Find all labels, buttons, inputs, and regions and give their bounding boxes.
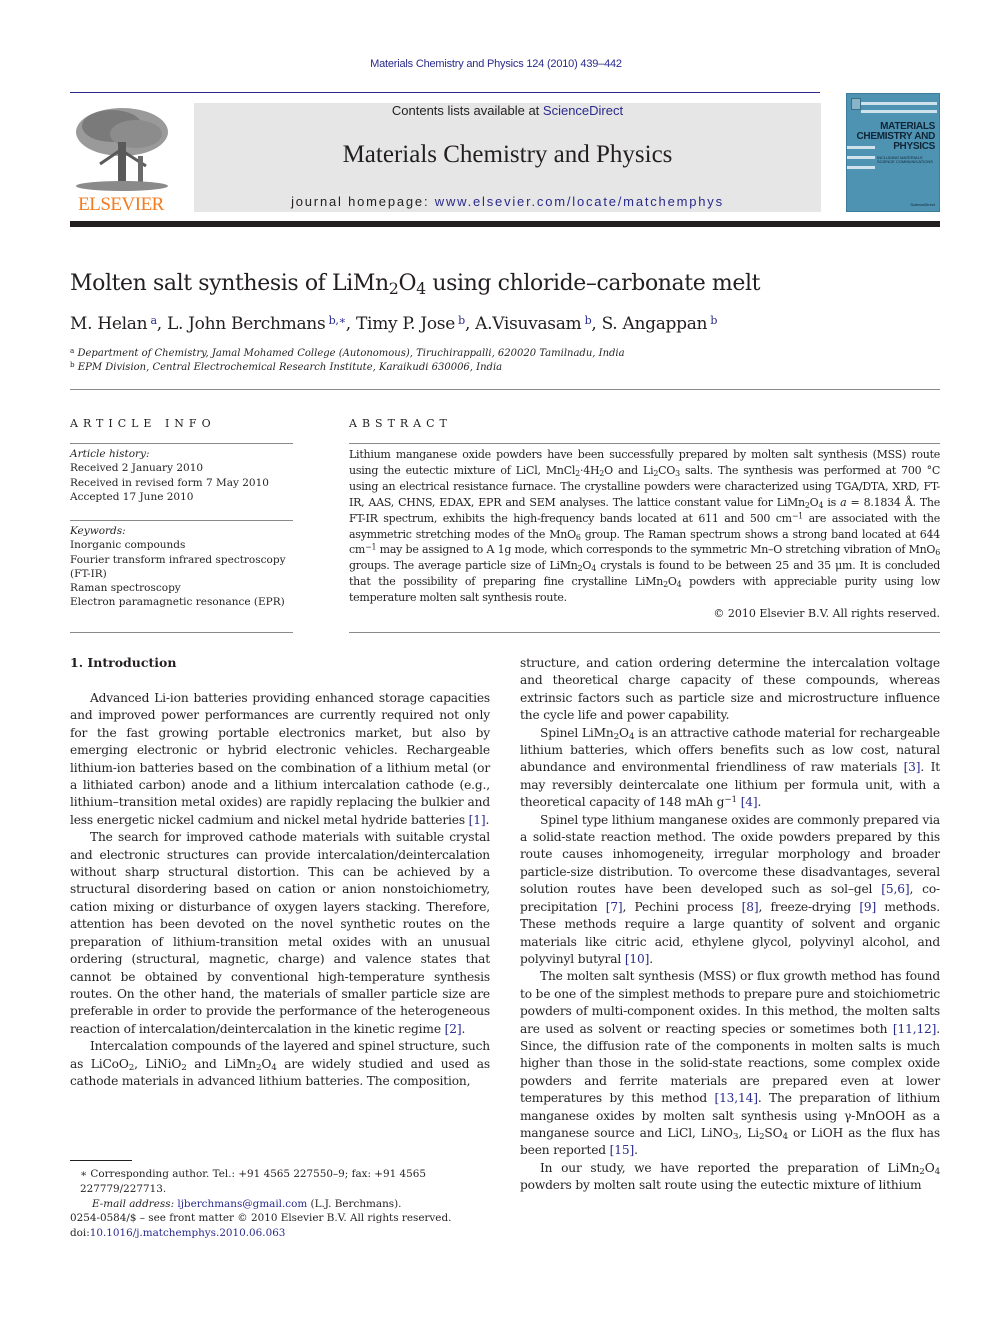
cover-stripe: [847, 166, 875, 169]
keyword[interactable]: Fourier transform infrared spectroscopy: [70, 553, 295, 567]
email-line: E-mail address: ljberchmans@gmail.com (L…: [92, 1198, 402, 1210]
journal-banner: Contents lists available at ScienceDirec…: [194, 103, 821, 212]
reference-link[interactable]: [2]: [445, 1022, 462, 1036]
contents-line: Contents lists available at ScienceDirec…: [194, 103, 821, 118]
paragraph: In our study, we have reported the prepa…: [520, 1160, 940, 1193]
reference-link[interactable]: [10]: [625, 952, 650, 966]
keywords: Keywords: Inorganic compounds Fourier tr…: [70, 524, 295, 610]
reference-link[interactable]: [8]: [742, 900, 759, 914]
homepage-prefix: journal homepage:: [291, 194, 435, 209]
history-accepted: Accepted 17 June 2010: [70, 490, 194, 503]
divider: [70, 389, 940, 390]
cover-stripe: [861, 102, 937, 105]
paragraph: structure, and cation ordering determine…: [520, 656, 940, 723]
affiliation-b: b EPM Division, Central Electrochemical …: [70, 359, 503, 373]
author[interactable]: L. John Berchmans b,∗: [167, 314, 346, 334]
cover-elsevier-icon: [851, 98, 861, 110]
article-info-heading: ARTICLE INFO: [70, 417, 216, 430]
homepage-line: journal homepage: www.elsevier.com/locat…: [194, 194, 821, 209]
reference-link[interactable]: [7]: [606, 900, 623, 914]
paragraph: Intercalation compounds of the layered a…: [70, 1039, 491, 1088]
history-label: Article history:: [70, 448, 150, 460]
keyword[interactable]: Electron paramagnetic resonance (EPR): [70, 595, 295, 609]
divider: [349, 632, 940, 633]
history-received: Received 2 January 2010: [70, 462, 204, 475]
body-column-right: structure, and cation ordering determine…: [520, 655, 940, 1195]
cover-stripe: [847, 146, 875, 149]
article-title: Molten salt synthesis of LiMn2O4 using c…: [70, 271, 761, 298]
header-thick-rule: [70, 221, 940, 227]
corresponding-author-contact: ∗ Corresponding author. Tel.: +91 4565 2…: [80, 1168, 426, 1195]
cover-stripe: [861, 110, 937, 113]
reference-link[interactable]: [3]: [904, 760, 921, 774]
keyword[interactable]: Raman spectroscopy: [70, 581, 295, 595]
journal-citation[interactable]: Materials Chemistry and Physics 124 (201…: [0, 58, 992, 70]
reference-link[interactable]: [15]: [610, 1143, 635, 1157]
contents-prefix: Contents lists available at: [391, 103, 543, 118]
reference-link[interactable]: [11,12]: [893, 1022, 937, 1036]
corresponding-author-footnote: ∗ Corresponding author. Tel.: +91 4565 2…: [80, 1167, 500, 1212]
keywords-label: Keywords:: [70, 525, 126, 537]
author-list: M. Helan a, L. John Berchmans b,∗, Timy …: [70, 314, 718, 334]
footnote-rule: [70, 1160, 132, 1161]
paragraph: Advanced Li-ion batteries providing enha…: [70, 691, 490, 827]
keyword[interactable]: Inorganic compounds: [70, 538, 295, 552]
doi-link[interactable]: 10.1016/j.matchemphys.2010.06.063: [90, 1227, 286, 1239]
divider: [349, 443, 940, 444]
reference-link[interactable]: [9]: [859, 900, 876, 914]
history-revised: Received in revised form 7 May 2010: [70, 476, 269, 489]
cover-publisher: ScienceDirect: [910, 202, 935, 207]
author[interactable]: S. Angappan b: [602, 314, 718, 334]
issn-line: 0254-0584/$ – see front matter © 2010 El…: [70, 1212, 452, 1224]
abstract-heading: ABSTRACT: [349, 417, 452, 430]
doi-line: doi:10.1016/j.matchemphys.2010.06.063: [70, 1227, 286, 1239]
paragraph: The molten salt synthesis (MSS) or flux …: [520, 969, 941, 1158]
reference-link[interactable]: [1]: [469, 813, 486, 827]
divider: [70, 632, 293, 633]
section-heading-introduction: 1. Introduction: [70, 655, 177, 670]
paragraph: Spinel LiMn2O4 is an attractive cathode …: [520, 725, 940, 810]
paragraph: The search for improved cathode material…: [70, 830, 490, 1036]
affiliations: a Department of Chemistry, Jamal Mohamed…: [70, 347, 625, 375]
cover-stripe: [847, 156, 875, 159]
affiliation-a: a Department of Chemistry, Jamal Mohamed…: [70, 345, 625, 359]
elsevier-tree-icon: [72, 104, 170, 192]
paragraph: Spinel type lithium manganese oxides are…: [520, 812, 941, 966]
homepage-link[interactable]: www.elsevier.com/locate/matchemphys: [435, 194, 724, 209]
keyword[interactable]: (FT-IR): [70, 567, 295, 581]
front-matter: 0254-0584/$ – see front matter © 2010 El…: [70, 1211, 490, 1241]
header-rule: [70, 92, 820, 93]
author[interactable]: M. Helan a: [70, 314, 157, 334]
reference-link[interactable]: [4]: [741, 795, 758, 809]
abstract-copyright: © 2010 Elsevier B.V. All rights reserved…: [713, 607, 940, 620]
reference-link[interactable]: [13,14]: [714, 1091, 758, 1105]
journal-cover-thumbnail[interactable]: MATERIALS CHEMISTRY AND PHYSICS INCLUDIN…: [846, 93, 940, 212]
reference-link[interactable]: [5,6]: [881, 882, 909, 896]
article-history: Article history: Received 2 January 2010…: [70, 447, 295, 504]
divider: [70, 520, 293, 521]
email-link[interactable]: ljberchmans@gmail.com: [177, 1198, 307, 1210]
journal-name: Materials Chemistry and Physics: [342, 141, 673, 168]
body-column-left: Advanced Li-ion batteries providing enha…: [70, 690, 490, 1090]
cover-subtitle: INCLUDING MATERIALS SCIENCE COMMUNICATIO…: [877, 155, 933, 164]
sciencedirect-link[interactable]: ScienceDirect: [543, 103, 623, 118]
author[interactable]: Timy P. Jose b: [356, 314, 465, 334]
elsevier-logo[interactable]: ELSEVIER: [70, 104, 172, 215]
author[interactable]: A.Visuvasam b: [475, 314, 591, 334]
elsevier-wordmark: ELSEVIER: [78, 194, 164, 215]
abstract-body: Lithium manganese oxide powders have bee…: [349, 448, 941, 605]
divider: [70, 443, 293, 444]
